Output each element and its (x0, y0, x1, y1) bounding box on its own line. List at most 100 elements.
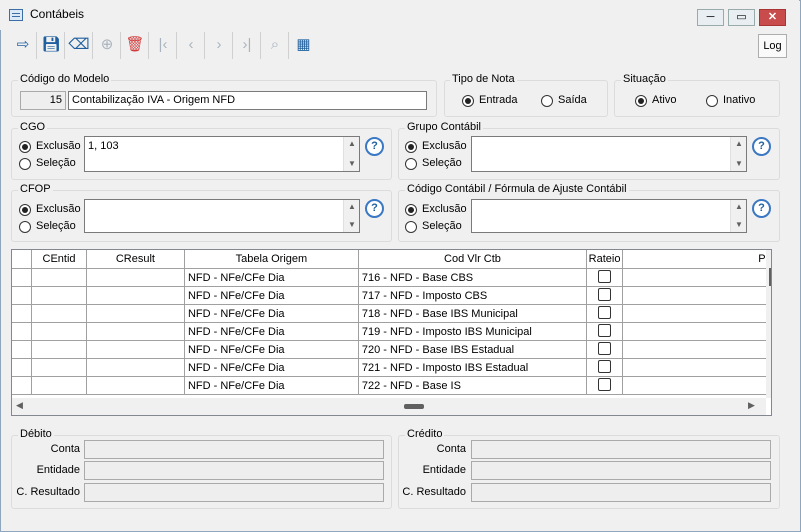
centid-cell[interactable] (31, 304, 87, 323)
cresult-cell[interactable] (86, 286, 185, 305)
cresult-cell[interactable] (86, 268, 185, 287)
grid-view-icon[interactable]: ▦ (290, 32, 317, 59)
col-tabela-origem[interactable]: Tabela Origem (184, 250, 359, 269)
pl-cell[interactable] (622, 322, 771, 341)
grupo-selecao-radio[interactable] (405, 158, 417, 172)
cod-vlr-ctb-cell[interactable]: 719 - NFD - Imposto IBS Municipal (358, 322, 588, 341)
exit-icon[interactable]: ⇨ (10, 32, 37, 59)
centid-cell[interactable] (31, 340, 87, 359)
scroll-up-icon[interactable]: ▲ (344, 137, 360, 151)
scroll-up-icon[interactable]: ▲ (731, 200, 747, 214)
table-row[interactable]: NFD - NFe/CFe Dia 720 - NFD - Base IBS E… (12, 340, 771, 359)
cfop-scrollbar[interactable]: ▲ ▼ (343, 200, 359, 232)
rateio-checkbox[interactable] (598, 269, 612, 283)
saida-radio[interactable] (541, 95, 553, 109)
pl-cell[interactable] (622, 304, 771, 323)
scroll-down-icon[interactable]: ▼ (344, 218, 360, 232)
cfop-help-icon[interactable]: ? (365, 199, 384, 218)
search-icon[interactable]: ⌕ (262, 32, 289, 59)
cod-vlr-ctb-cell[interactable]: 722 - NFD - Base IS (358, 376, 588, 395)
col-cresult[interactable]: CResult (86, 250, 185, 269)
row-indicator[interactable] (12, 268, 33, 287)
row-indicator[interactable] (12, 304, 33, 323)
scroll-right-icon[interactable]: ▶ (748, 400, 755, 411)
tabela-origem-cell[interactable]: NFD - NFe/CFe Dia (184, 358, 359, 377)
centid-cell[interactable] (31, 358, 87, 377)
first-record-icon[interactable]: |‹ (150, 32, 177, 59)
cod-vlr-ctb-cell[interactable]: 716 - NFD - Base CBS (358, 268, 588, 287)
grid-horizontal-scrollbar[interactable]: ◀ ▶ (12, 398, 766, 415)
tabela-origem-cell[interactable]: NFD - NFe/CFe Dia (184, 322, 359, 341)
grid-horizontal-thumb[interactable] (404, 404, 424, 409)
row-indicator[interactable] (12, 286, 33, 305)
codigo-contabil-memo[interactable]: ▲ ▼ (471, 199, 747, 233)
scroll-up-icon[interactable]: ▲ (344, 200, 360, 214)
row-indicator[interactable] (12, 340, 33, 359)
table-row[interactable]: NFD - NFe/CFe Dia 722 - NFD - Base IS (12, 376, 771, 395)
cod-vlr-ctb-cell[interactable]: 721 - NFD - Imposto IBS Estadual (358, 358, 588, 377)
rateio-checkbox[interactable] (598, 323, 612, 337)
debito-conta-field[interactable] (84, 440, 384, 459)
save-icon[interactable]: 💾︎ (38, 32, 65, 59)
cgo-exclusao-radio[interactable] (19, 141, 31, 155)
rateio-checkbox[interactable] (598, 377, 612, 391)
previous-record-icon[interactable]: ‹ (178, 32, 205, 59)
codigo-contabil-scrollbar[interactable]: ▲ ▼ (730, 200, 746, 232)
credito-resultado-field[interactable] (471, 483, 771, 502)
col-pl[interactable]: Pl (622, 250, 771, 269)
col-rateio[interactable]: Rateio (586, 250, 624, 269)
scroll-down-icon[interactable]: ▼ (731, 157, 747, 171)
table-row[interactable]: NFD - NFe/CFe Dia 717 - NFD - Imposto CB… (12, 286, 771, 305)
pl-cell[interactable] (622, 268, 771, 287)
scroll-down-icon[interactable]: ▼ (731, 218, 747, 232)
scroll-left-icon[interactable]: ◀ (16, 400, 23, 411)
pl-cell[interactable] (622, 358, 771, 377)
row-indicator[interactable] (12, 358, 33, 377)
tabela-origem-cell[interactable]: NFD - NFe/CFe Dia (184, 376, 359, 395)
cresult-cell[interactable] (86, 322, 185, 341)
modelo-code-field[interactable]: 15 (20, 91, 66, 110)
pl-cell[interactable] (622, 340, 771, 359)
add-icon[interactable]: ⊕ (94, 32, 121, 59)
cgo-memo[interactable]: 1, 103 ▲ ▼ (84, 136, 360, 172)
rateio-checkbox[interactable] (598, 359, 612, 373)
centid-cell[interactable] (31, 376, 87, 395)
close-button[interactable]: ✕ (759, 9, 786, 26)
codigo-selecao-radio[interactable] (405, 221, 417, 235)
cgo-selecao-radio[interactable] (19, 158, 31, 172)
last-record-icon[interactable]: ›| (234, 32, 261, 59)
pl-cell[interactable] (622, 286, 771, 305)
scroll-up-icon[interactable]: ▲ (731, 137, 747, 151)
grid-vertical-thumb[interactable] (769, 268, 771, 286)
codigo-exclusao-radio[interactable] (405, 204, 417, 218)
tabela-origem-cell[interactable]: NFD - NFe/CFe Dia (184, 304, 359, 323)
rateio-checkbox[interactable] (598, 305, 612, 319)
next-record-icon[interactable]: › (206, 32, 233, 59)
col-cod-vlr-ctb[interactable]: Cod Vlr Ctb (358, 250, 588, 269)
col-centid[interactable]: CEntid (31, 250, 87, 269)
cfop-memo[interactable]: ▲ ▼ (84, 199, 360, 233)
cod-vlr-ctb-cell[interactable]: 720 - NFD - Base IBS Estadual (358, 340, 588, 359)
rateio-checkbox[interactable] (598, 287, 612, 301)
maximize-button[interactable]: ▭ (728, 9, 755, 26)
credito-entidade-field[interactable] (471, 461, 771, 480)
cresult-cell[interactable] (86, 376, 185, 395)
rateio-checkbox[interactable] (598, 341, 612, 355)
scroll-down-icon[interactable]: ▼ (344, 157, 360, 171)
cresult-cell[interactable] (86, 340, 185, 359)
centid-cell[interactable] (31, 286, 87, 305)
centid-cell[interactable] (31, 268, 87, 287)
log-button[interactable]: Log (758, 34, 787, 58)
tabela-origem-cell[interactable]: NFD - NFe/CFe Dia (184, 340, 359, 359)
credito-conta-field[interactable] (471, 440, 771, 459)
tabela-origem-cell[interactable]: NFD - NFe/CFe Dia (184, 268, 359, 287)
table-row[interactable]: NFD - NFe/CFe Dia 716 - NFD - Base CBS (12, 268, 771, 287)
cgo-help-icon[interactable]: ? (365, 137, 384, 156)
table-row[interactable]: NFD - NFe/CFe Dia 718 - NFD - Base IBS M… (12, 304, 771, 323)
cresult-cell[interactable] (86, 304, 185, 323)
inativo-radio[interactable] (706, 95, 718, 109)
cresult-cell[interactable] (86, 358, 185, 377)
grupo-contabil-help-icon[interactable]: ? (752, 137, 771, 156)
cgo-scrollbar[interactable]: ▲ ▼ (343, 137, 359, 171)
ativo-radio[interactable] (635, 95, 647, 109)
